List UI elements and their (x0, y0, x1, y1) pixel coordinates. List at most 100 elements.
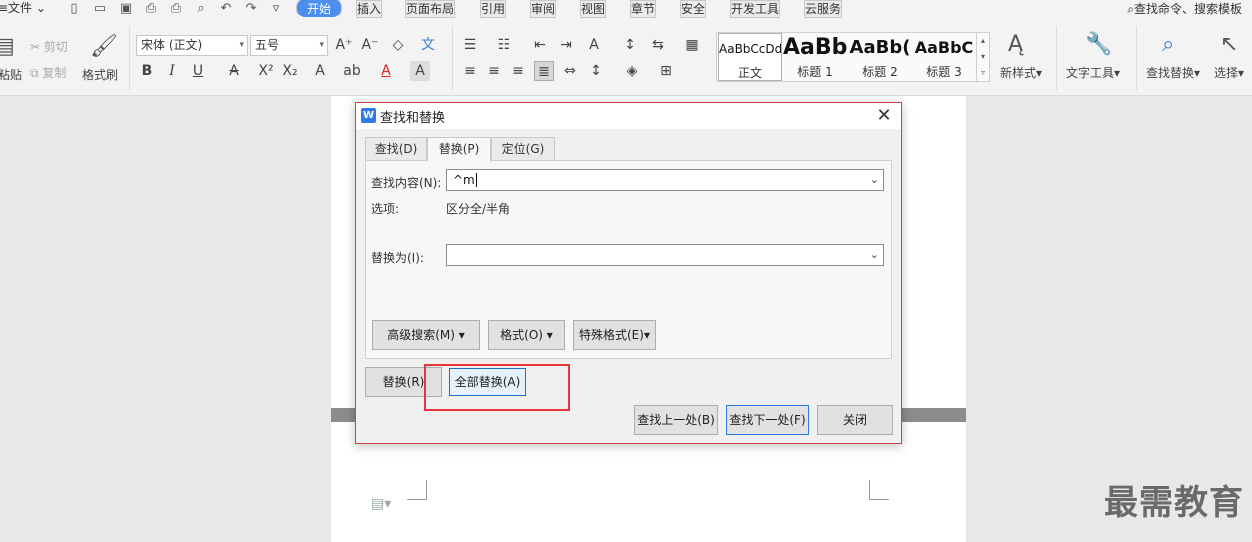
wrench-icon[interactable]: 🔧 (1085, 34, 1112, 56)
chevron-down-icon[interactable]: ⌄ (870, 245, 879, 265)
format-painter-icon[interactable]: 🖌 (90, 36, 118, 58)
print-preview-icon[interactable]: ⌕ (193, 1, 209, 16)
char-shading-icon[interactable]: A (410, 61, 430, 81)
wps-logo-icon: W (361, 108, 376, 123)
find-previous-button[interactable]: 查找上一处(B) (634, 405, 718, 435)
distribute-icon[interactable]: ⇔ (560, 61, 580, 81)
format-painter-button[interactable]: 格式刷 (82, 66, 118, 83)
table-icon[interactable]: ▦ (682, 35, 702, 55)
replace-input[interactable]: ⌄ (446, 244, 884, 266)
highlight-icon[interactable]: ab (342, 61, 362, 81)
decrease-indent-icon[interactable]: ⇤ (530, 35, 550, 55)
show-marks-icon[interactable]: ⇆ (648, 35, 668, 55)
magnifier-icon[interactable]: ⌕ (1162, 34, 1174, 56)
tab-page-layout[interactable]: 页面布局 (405, 0, 456, 18)
tab-goto[interactable]: 定位(G) (491, 137, 555, 161)
underline-icon[interactable]: U (188, 61, 208, 81)
export-pdf-icon[interactable]: ⎙ (143, 1, 159, 16)
text-direction-icon[interactable]: A (584, 35, 604, 55)
new-style-button[interactable]: 新样式▾ (1000, 64, 1042, 81)
copy-icon: ⧉ (30, 66, 39, 80)
tab-cloud[interactable]: 云服务 (804, 0, 843, 18)
special-format-button[interactable]: 特殊格式(E)▾ (573, 320, 656, 350)
text-tools-button[interactable]: 文字工具▾ (1066, 64, 1120, 81)
bullet-list-icon[interactable]: ☰ (460, 35, 480, 55)
strikethrough-icon[interactable]: A (224, 61, 244, 81)
menu-icon[interactable]: ≡ (0, 0, 8, 18)
style-gallery-scroll[interactable]: ▴ ▾ ▿ (976, 33, 989, 81)
select-button[interactable]: 选择▾ (1214, 64, 1244, 81)
replace-button[interactable]: 替换(R) (365, 367, 442, 397)
format-button[interactable]: 格式(O) ▾ (488, 320, 565, 350)
tab-review[interactable]: 审阅 (530, 0, 557, 18)
divider (1056, 26, 1057, 90)
cut-button[interactable]: ✂ 剪切 (30, 38, 68, 55)
font-family-select[interactable]: 宋体 (正文) ▾ (136, 35, 248, 56)
line-spacing-icon[interactable]: ↕ (586, 61, 606, 81)
chevron-down-icon[interactable]: ⌄ (870, 170, 879, 190)
replace-all-button[interactable]: 全部替换(A) (449, 368, 526, 396)
italic-icon[interactable]: I (162, 61, 182, 81)
style-heading-1[interactable]: AaBb 标题 1 (783, 33, 847, 81)
borders-icon[interactable]: ⊞ (656, 61, 676, 81)
style-gallery: AaBbCcDd 正文 AaBb 标题 1 AaBb( 标题 2 AaBbC 标… (716, 32, 990, 82)
new-doc-icon[interactable]: ▯ (66, 1, 82, 16)
numbered-list-icon[interactable]: ☷ (494, 35, 514, 55)
align-left-icon[interactable]: ≡ (460, 61, 480, 81)
style-heading-2[interactable]: AaBb( 标题 2 (848, 33, 912, 81)
save-icon[interactable]: ▣ (118, 1, 134, 16)
style-heading-3[interactable]: AaBbC 标题 3 (913, 33, 975, 81)
cursor-icon[interactable]: ↖ (1220, 34, 1238, 56)
tab-home[interactable]: 开始 (296, 0, 343, 18)
tab-security[interactable]: 安全 (680, 0, 707, 18)
command-search[interactable]: ⌕查找命令、搜索模板 (1127, 0, 1242, 17)
paste-icon[interactable]: ▤ (0, 36, 15, 58)
new-style-icon[interactable]: Ą (1008, 34, 1023, 56)
close-icon[interactable]: ✕ (875, 105, 893, 126)
dialog-title-bar[interactable]: W 查找和替换 ✕ (356, 103, 901, 129)
find-input[interactable]: ^m ⌄ (446, 169, 884, 191)
font-size-select[interactable]: 五号 ▾ (250, 35, 328, 56)
tab-replace[interactable]: 替换(P) (427, 137, 491, 162)
tab-insert[interactable]: 插入 (356, 0, 383, 18)
chevron-down-icon: ▾ (239, 40, 244, 50)
font-color-icon[interactable]: A (376, 61, 396, 81)
align-center-icon[interactable]: ≡ (484, 61, 504, 81)
open-folder-icon[interactable]: ▭ (92, 1, 108, 16)
replace-label: 替换为(I): (371, 251, 424, 265)
print-icon[interactable]: ⎙ (168, 1, 184, 16)
customize-chevron-icon[interactable]: ▿ (268, 1, 284, 16)
find-replace-button[interactable]: 查找替换▾ (1146, 64, 1200, 81)
tab-developer[interactable]: 开发工具 (730, 0, 781, 18)
advanced-search-button[interactable]: 高级搜索(M) ▾ (372, 320, 480, 350)
divider (129, 26, 130, 90)
shading-icon[interactable]: ◈ (622, 61, 642, 81)
bold-icon[interactable]: B (137, 61, 157, 81)
superscript-icon[interactable]: X² (256, 61, 276, 81)
find-next-button[interactable]: 查找下一处(F) (726, 405, 809, 435)
file-menu[interactable]: 文件 ⌄ (8, 0, 46, 18)
justify-icon[interactable]: ≣ (534, 61, 554, 81)
align-right-icon[interactable]: ≡ (508, 61, 528, 81)
tab-find[interactable]: 查找(D) (365, 137, 427, 161)
search-icon: ⌕ (1127, 2, 1134, 16)
phonetic-icon[interactable]: 文 (418, 35, 438, 55)
subscript-icon[interactable]: X₂ (280, 61, 300, 81)
paste-options-icon[interactable]: ▤▾ (371, 496, 391, 512)
clear-format-icon[interactable]: ◇ (388, 35, 408, 55)
tab-view[interactable]: 视图 (580, 0, 607, 18)
paste-button[interactable]: 粘贴 (0, 66, 22, 83)
copy-button[interactable]: ⧉ 复制 (30, 64, 66, 81)
close-button[interactable]: 关闭 (817, 405, 893, 435)
increase-indent-icon[interactable]: ⇥ (556, 35, 576, 55)
text-effect-icon[interactable]: A (310, 61, 330, 81)
tab-references[interactable]: 引用 (480, 0, 507, 18)
redo-icon[interactable]: ↷ (243, 1, 259, 16)
sort-icon[interactable]: ↕ (620, 35, 640, 55)
shrink-font-icon[interactable]: A⁻ (360, 35, 380, 55)
chevron-down-icon: ▾ (458, 328, 465, 342)
grow-font-icon[interactable]: A⁺ (334, 35, 354, 55)
undo-icon[interactable]: ↶ (218, 1, 234, 16)
tab-chapter[interactable]: 章节 (630, 0, 657, 18)
style-normal[interactable]: AaBbCcDd 正文 (718, 33, 782, 81)
